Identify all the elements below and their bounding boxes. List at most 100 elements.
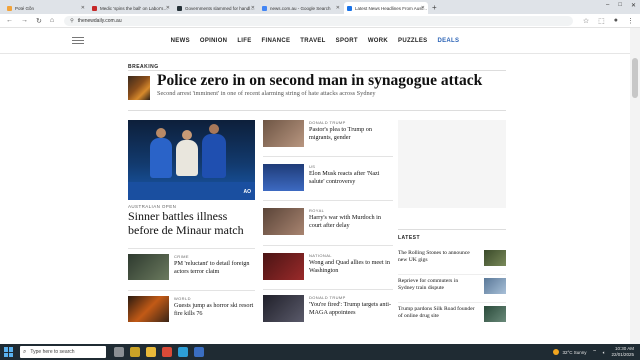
taskbar-search-box[interactable]: ⌕ Type here to search <box>20 346 106 358</box>
story-thumbnail[interactable] <box>263 295 304 322</box>
story-card[interactable]: NATIONAL Wong and Quad allies to meet in… <box>263 253 393 285</box>
reload-icon[interactable]: ↻ <box>36 17 42 25</box>
story-card[interactable]: CRIME PM 'reluctant' to detail foreign a… <box>128 254 258 284</box>
task-view-icon[interactable] <box>114 347 124 357</box>
tab-label: Poté Gồn <box>15 5 35 11</box>
story-card[interactable]: WORLD Guests jump as horror ski resort f… <box>128 296 258 326</box>
nav-puzzles[interactable]: PUZZLES <box>398 38 427 44</box>
story-headline[interactable]: Harry's war with Murdoch in court after … <box>309 214 393 230</box>
extensions-icon[interactable]: ⬚ <box>598 17 605 25</box>
story-headline[interactable]: Elon Musk reacts after 'Nazi salute' con… <box>309 170 393 186</box>
close-icon[interactable]: ✕ <box>251 5 255 11</box>
nav-opinion[interactable]: OPINION <box>200 38 227 44</box>
story-card[interactable]: US Elon Musk reacts after 'Nazi salute' … <box>263 164 393 196</box>
browser-tab[interactable]: Governments slammed for handl… ✕ <box>174 2 258 14</box>
story-card[interactable]: DONALD TRUMP Pastor's plea to Trump on m… <box>263 120 393 152</box>
nav-sport[interactable]: SPORT <box>336 38 358 44</box>
browser-tab[interactable]: Poté Gồn ✕ <box>4 2 88 14</box>
browser-tab[interactable]: Medic 'spins the ball' on Labor's… ✕ <box>89 2 173 14</box>
story-category[interactable]: ROYAL <box>309 208 324 213</box>
latest-thumbnail[interactable] <box>484 278 506 294</box>
story-category[interactable]: DONALD TRUMP <box>309 295 346 300</box>
page-scrollbar[interactable] <box>630 28 640 344</box>
site-info-icon[interactable]: ⚲ <box>70 18 74 24</box>
story-category[interactable]: US <box>309 164 315 169</box>
url-field[interactable]: ⚲ thenewdaily.com.au <box>64 15 573 26</box>
lead-story-image[interactable]: AO <box>128 120 255 200</box>
app-icon[interactable] <box>194 347 204 357</box>
tab-favicon-icon <box>177 5 182 11</box>
story-category[interactable]: WORLD <box>174 296 191 301</box>
bookmark-star-icon[interactable]: ☆ <box>583 17 589 25</box>
story-category[interactable]: CRIME <box>174 254 189 259</box>
latest-headline[interactable]: Trump pardons Silk Road founder of onlin… <box>398 306 476 320</box>
close-icon[interactable]: ✕ <box>421 5 425 11</box>
latest-thumbnail[interactable] <box>484 306 506 322</box>
latest-thumbnail[interactable] <box>484 250 506 266</box>
divider <box>128 290 255 291</box>
widgets-icon[interactable] <box>130 347 140 357</box>
story-headline[interactable]: Guests jump as horror ski resort fire ki… <box>174 302 260 318</box>
tab-favicon-icon <box>347 5 352 11</box>
story-thumbnail[interactable] <box>263 208 304 235</box>
close-icon[interactable]: ✕ <box>336 5 340 11</box>
tab-label: Latest News Headlines From Aust… <box>355 5 428 11</box>
window-controls: – □ ✕ <box>606 2 636 9</box>
minimize-button[interactable]: – <box>606 2 609 9</box>
story-thumbnail[interactable] <box>263 164 304 191</box>
story-thumbnail[interactable] <box>263 253 304 280</box>
back-arrow-icon[interactable]: ← <box>6 17 13 24</box>
menu-dots-icon[interactable]: ⋮ <box>627 17 634 25</box>
hamburger-menu-icon[interactable] <box>72 37 84 44</box>
weather-widget[interactable]: 32°C Sunny <box>553 349 587 355</box>
latest-item[interactable]: The Rolling Stones to announce new UK gi… <box>398 250 506 272</box>
close-window-button[interactable]: ✕ <box>631 2 636 9</box>
site-header: NEWS OPINION LIFE FINANCE TRAVEL SPORT W… <box>0 28 630 54</box>
windows-start-icon[interactable] <box>4 347 14 357</box>
chrome-icon[interactable] <box>162 347 172 357</box>
tab-favicon-icon <box>262 5 267 11</box>
story-headline[interactable]: PM 'reluctant' to detail foreign actors … <box>174 260 260 276</box>
new-tab-button[interactable]: + <box>432 2 437 14</box>
nav-travel[interactable]: TRAVEL <box>300 38 325 44</box>
story-headline[interactable]: Wong and Quad allies to meet in Washingt… <box>309 259 393 275</box>
latest-headline[interactable]: The Rolling Stones to announce new UK gi… <box>398 250 476 264</box>
story-headline[interactable]: Pastor's plea to Trump on migrants, gend… <box>309 126 393 142</box>
story-card[interactable]: ROYAL Harry's war with Murdoch in court … <box>263 208 393 240</box>
breaking-headline[interactable]: Police zero in on second man in synagogu… <box>157 72 482 90</box>
url-text: thenewdaily.com.au <box>77 17 122 24</box>
story-thumbnail[interactable] <box>263 120 304 147</box>
story-thumbnail[interactable] <box>128 254 169 280</box>
story-thumbnail[interactable] <box>128 296 169 322</box>
clock[interactable]: 10:30 AM 22/01/2025 <box>611 346 634 358</box>
nav-life[interactable]: LIFE <box>237 38 251 44</box>
system-tray: 32°C Sunny ⌔ 🔈︎ 10:30 AM 22/01/2025 <box>553 346 634 358</box>
nav-work[interactable]: WORK <box>368 38 388 44</box>
profile-icon[interactable]: ● <box>614 17 618 25</box>
browser-tab[interactable]: news.com.au - Google Search ✕ <box>259 2 343 14</box>
home-icon[interactable]: ⌂ <box>50 17 54 24</box>
latest-item[interactable]: Reprieve for commuters in Sydney train d… <box>398 278 506 300</box>
breaking-subtitle: Second arrest 'imminent' in one of recen… <box>157 90 376 97</box>
network-icon[interactable]: ⌔ <box>593 349 597 355</box>
latest-headline[interactable]: Reprieve for commuters in Sydney train d… <box>398 278 476 292</box>
story-category[interactable]: DONALD TRUMP <box>309 120 346 125</box>
story-category[interactable]: NATIONAL <box>309 253 332 258</box>
maximize-button[interactable]: □ <box>618 2 622 9</box>
nav-deals[interactable]: DEALS <box>437 38 459 44</box>
lead-headline[interactable]: Sinner battles illness before de Minaur … <box>128 209 258 237</box>
scrollbar-thumb[interactable] <box>632 58 638 98</box>
latest-item[interactable]: Trump pardons Silk Road founder of onlin… <box>398 306 506 328</box>
breaking-thumbnail[interactable] <box>128 76 150 100</box>
volume-icon[interactable]: 🔈︎ <box>603 350 606 355</box>
story-headline[interactable]: 'You're fired': Trump targets anti-MAGA … <box>309 301 393 317</box>
close-icon[interactable]: ✕ <box>166 5 170 11</box>
edge-icon[interactable] <box>178 347 188 357</box>
story-card[interactable]: DONALD TRUMP 'You're fired': Trump targe… <box>263 295 393 327</box>
forward-arrow-icon[interactable]: → <box>21 17 28 24</box>
nav-news[interactable]: NEWS <box>171 38 190 44</box>
close-icon[interactable]: ✕ <box>81 5 85 11</box>
browser-tab-active[interactable]: Latest News Headlines From Aust… ✕ <box>344 2 428 14</box>
file-explorer-icon[interactable] <box>146 347 156 357</box>
nav-finance[interactable]: FINANCE <box>262 38 291 44</box>
